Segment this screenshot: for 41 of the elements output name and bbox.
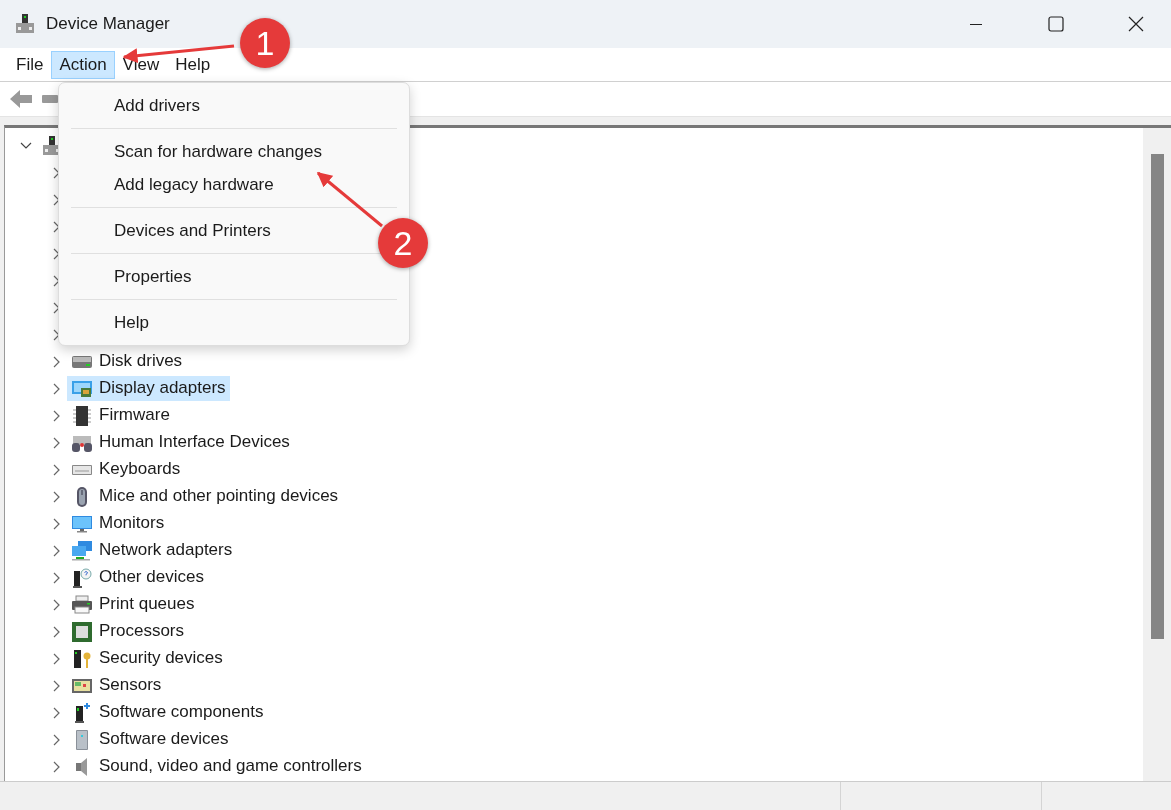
menu-option[interactable]: Help [59, 306, 157, 339]
menu-item[interactable]: Action [51, 50, 115, 79]
menu-item[interactable]: Help [167, 50, 219, 79]
scrollbar-thumb[interactable] [1150, 154, 1164, 639]
window-title: Device Manager [46, 14, 171, 34]
tree-item[interactable]: Firmware [67, 403, 174, 428]
back-arrow-icon[interactable] [8, 88, 34, 110]
menu-option[interactable]: Scan for hardware changes [59, 135, 330, 168]
tower-question-icon [71, 566, 93, 589]
menu-option[interactable]: Properties [59, 260, 200, 293]
minimize-icon [970, 23, 982, 25]
tree-item[interactable]: Monitors [67, 511, 169, 536]
tree-item[interactable]: Software components [67, 700, 268, 725]
tree-item[interactable]: Network adapters [67, 538, 237, 563]
close-icon [1128, 16, 1144, 32]
maximize-icon [1048, 16, 1064, 32]
tree-item[interactable]: Human Interface Devices [67, 430, 294, 455]
menu-item[interactable]: File [8, 50, 52, 79]
tree-item[interactable]: Security devices [67, 646, 227, 671]
device-manager-icon [14, 13, 36, 35]
tree-item[interactable]: Other devices [67, 565, 208, 590]
chip-icon [71, 404, 93, 427]
processor-icon [71, 620, 93, 643]
tree-item[interactable]: Sound, video and game controllers [67, 754, 366, 779]
tree-item[interactable]: Disk drives [67, 349, 187, 374]
network-monitors-icon [71, 539, 93, 562]
tower-key-icon [71, 647, 93, 670]
menu-item[interactable]: View [114, 50, 168, 79]
tree-item[interactable]: Software devices [67, 727, 233, 752]
menu-option[interactable]: Add legacy hardware [59, 168, 282, 201]
tree-item[interactable]: Mice and other pointing devices [67, 484, 343, 509]
tree-item[interactable]: Display adapters [67, 376, 230, 401]
menu-option[interactable]: Add drivers [59, 89, 208, 122]
tree-item[interactable]: Keyboards [67, 457, 185, 482]
printer-icon [71, 593, 93, 616]
toolbar-device-icon[interactable] [42, 93, 58, 105]
tree-item[interactable]: Processors [67, 619, 189, 644]
menu-option[interactable]: Devices and Printers [59, 214, 279, 247]
callout-arrow [316, 171, 383, 228]
tree-item[interactable]: Sensors [67, 673, 166, 698]
tree-item[interactable]: Print queues [67, 592, 199, 617]
